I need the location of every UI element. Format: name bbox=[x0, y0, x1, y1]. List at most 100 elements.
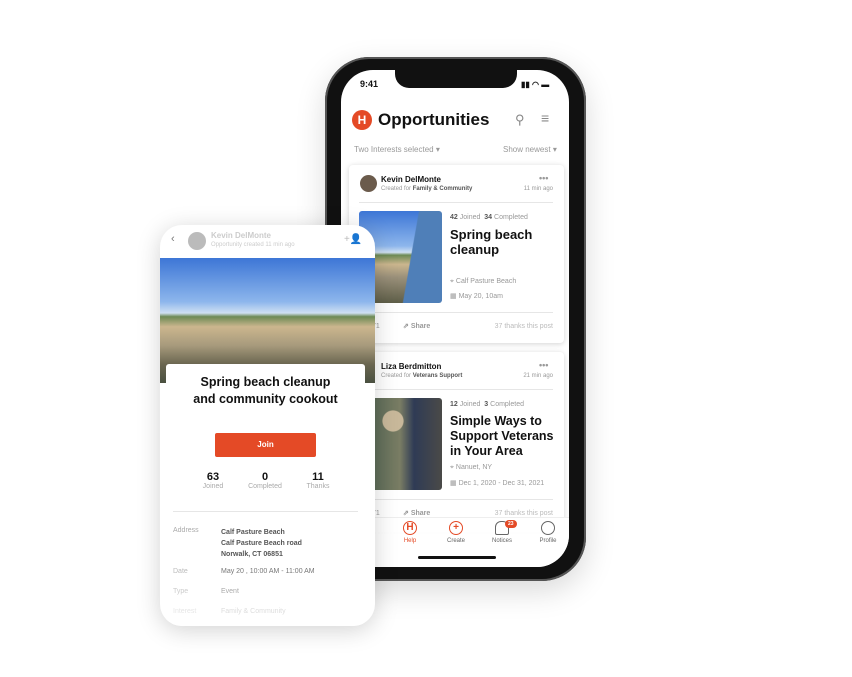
post-category: Veterans Support bbox=[412, 373, 463, 379]
thanks-text: 37 thanks this post bbox=[494, 510, 553, 517]
back-arrow-icon[interactable]: ‹ bbox=[171, 233, 175, 245]
stat-thanks: 11 Thanks bbox=[298, 471, 338, 490]
share-icon: ⇗ bbox=[403, 323, 409, 330]
date-label: Date bbox=[173, 568, 188, 575]
divider bbox=[375, 499, 553, 500]
interest-label: Interest bbox=[173, 608, 197, 615]
completed-label: Completed bbox=[490, 401, 524, 408]
status-icons: ▮▮ ◠ ▬ bbox=[521, 80, 550, 89]
stat-joined: 63 Joined bbox=[193, 471, 233, 490]
post-title-line: Simple Ways to bbox=[450, 414, 542, 428]
calendar-icon: ▦ bbox=[450, 293, 457, 300]
date-value: May 20 , 10:00 AM - 11:00 AM bbox=[221, 568, 315, 575]
post-time: 11 min ago bbox=[523, 186, 553, 192]
add-user-icon[interactable]: +👤 bbox=[344, 234, 362, 245]
joined-label: Joined bbox=[459, 401, 481, 408]
sort-filter-label: Show newest bbox=[503, 145, 551, 154]
search-icon[interactable]: ⚲ bbox=[515, 112, 525, 128]
joined-count: 42 bbox=[450, 214, 458, 221]
sort-filter[interactable]: Show newest ▾ bbox=[503, 145, 557, 154]
joined-count: 12 bbox=[450, 401, 458, 408]
phone-notch bbox=[395, 66, 517, 88]
author-subtitle: Opportunity created 11 min ago bbox=[211, 242, 295, 248]
completed-count: 34 bbox=[484, 214, 493, 221]
more-icon[interactable]: ••• bbox=[539, 360, 548, 370]
post-image[interactable] bbox=[372, 398, 442, 490]
post-title[interactable]: Spring beach cleanup bbox=[450, 227, 532, 257]
location-icon: ⌖ bbox=[450, 464, 454, 471]
avatar bbox=[360, 175, 377, 192]
tab-help[interactable]: H Help bbox=[390, 521, 430, 544]
stat-label: Completed bbox=[248, 483, 282, 490]
detail-card: ‹ Kevin DelMonte Opportunity created 11 … bbox=[160, 225, 375, 626]
thanks-text: 37 thanks this post bbox=[494, 323, 553, 330]
share-label: Share bbox=[410, 323, 431, 330]
tab-profile[interactable]: Profile bbox=[528, 521, 568, 544]
back-phone-screen: 9:41 ▮▮ ◠ ▬ H Opportunities ⚲ ≡ Two Inte… bbox=[341, 70, 569, 567]
address-line: Calf Pasture Beach road bbox=[221, 540, 302, 547]
address-label: Address bbox=[173, 527, 199, 534]
divider bbox=[359, 202, 553, 203]
stat-value: 11 bbox=[312, 471, 324, 483]
address-value: Calf Pasture Beach Calf Pasture Beach roa… bbox=[221, 527, 302, 560]
post-time: 21 min ago bbox=[523, 373, 553, 379]
type-value: Event bbox=[221, 588, 239, 595]
divider bbox=[359, 312, 553, 313]
post-title-line: Support Veterans bbox=[450, 429, 554, 443]
stat-completed: 0 Completed bbox=[240, 471, 290, 490]
interests-filter[interactable]: Two Interests selected ▾ bbox=[354, 145, 440, 154]
joined-label: Joined bbox=[459, 214, 481, 221]
calendar-icon: ▦ bbox=[450, 480, 457, 487]
author-name[interactable]: Kevin DelMonte bbox=[211, 231, 271, 240]
divider bbox=[359, 389, 553, 390]
share-button[interactable]: ⇗ Share bbox=[403, 322, 430, 330]
divider bbox=[173, 511, 358, 512]
status-time: 9:41 bbox=[360, 79, 379, 89]
interests-filter-label: Two Interests selected bbox=[354, 145, 434, 154]
address-line: Norwalk, CT 06851 bbox=[221, 551, 283, 558]
avatar bbox=[188, 232, 206, 250]
app-logo: H bbox=[352, 110, 372, 130]
post-title-line: Spring beach bbox=[450, 227, 533, 242]
completed-count: 3 bbox=[484, 401, 489, 408]
help-icon: H bbox=[403, 521, 417, 535]
page-title: Opportunities bbox=[378, 110, 490, 129]
share-label: Share bbox=[410, 510, 431, 517]
post-title[interactable]: Simple Ways to Support Veterans in Your Ar… bbox=[450, 414, 554, 459]
join-button[interactable]: Join bbox=[215, 433, 316, 457]
tab-label: Notices bbox=[491, 538, 512, 544]
type-label: Type bbox=[173, 588, 189, 595]
share-icon: ⇗ bbox=[403, 510, 409, 517]
post-date: Dec 1, 2020 - Dec 31, 2021 bbox=[458, 480, 545, 487]
created-for-prefix: Created for bbox=[381, 373, 412, 379]
tab-label: Create bbox=[446, 538, 465, 544]
stat-value: 63 bbox=[206, 471, 220, 483]
notices-badge: 23 bbox=[505, 520, 517, 528]
tab-label: Help bbox=[403, 538, 417, 544]
interest-value: Family & Community bbox=[221, 608, 286, 615]
post-category: Family & Community bbox=[412, 186, 473, 192]
home-indicator bbox=[418, 556, 496, 559]
menu-icon[interactable]: ≡ bbox=[541, 110, 549, 126]
post-author[interactable]: Liza Berdmitton bbox=[381, 362, 441, 371]
more-icon[interactable]: ••• bbox=[539, 173, 548, 183]
post-title-line: cleanup bbox=[450, 242, 500, 257]
post-author[interactable]: Kevin DelMonte bbox=[381, 175, 441, 184]
post-title-line: in Your Area bbox=[450, 444, 523, 458]
tab-create[interactable]: + Create bbox=[436, 521, 476, 544]
post-location: Calf Pasture Beach bbox=[455, 278, 517, 285]
stat-label: Thanks bbox=[306, 483, 330, 490]
post-location: Nanuet, NY bbox=[455, 464, 493, 471]
profile-icon bbox=[541, 521, 555, 535]
plus-icon: + bbox=[449, 521, 463, 535]
created-for-prefix: Created for bbox=[381, 186, 412, 192]
stat-value: 0 bbox=[261, 471, 269, 483]
stat-label: Joined bbox=[202, 483, 224, 490]
post-date: May 20, 10am bbox=[458, 293, 503, 300]
title-line: and community cookout bbox=[193, 392, 338, 406]
location-icon: ⌖ bbox=[450, 278, 454, 285]
opportunity-title: Spring beach cleanup and community cookou… bbox=[166, 374, 365, 408]
tab-label: Profile bbox=[539, 538, 557, 544]
title-line: Spring beach cleanup bbox=[200, 375, 331, 389]
share-button[interactable]: ⇗ Share bbox=[403, 509, 430, 517]
